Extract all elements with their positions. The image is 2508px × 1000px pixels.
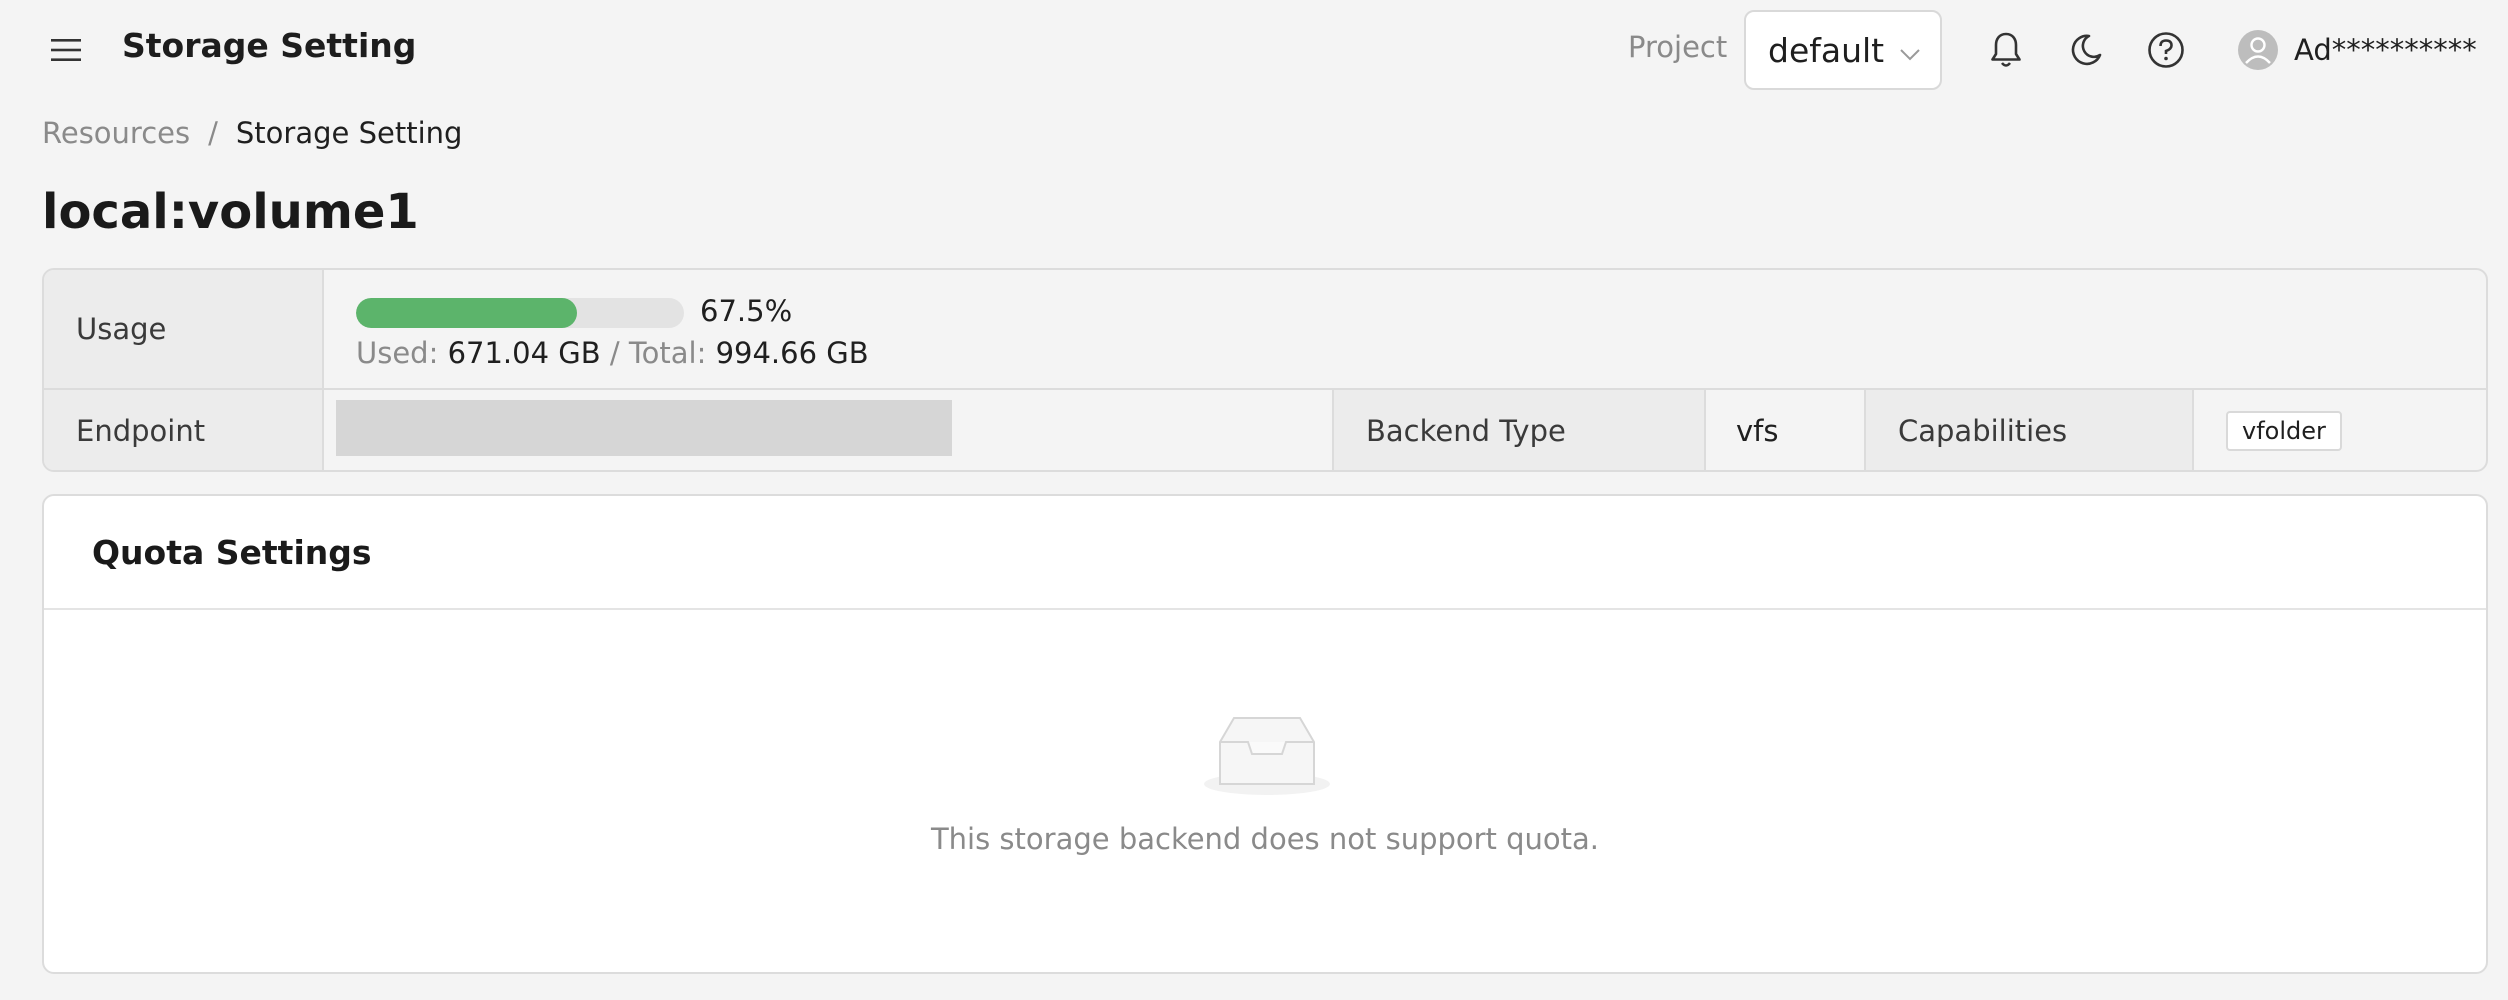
endpoint-value-redacted <box>336 400 952 456</box>
page: Storage Setting Project default Ad******… <box>0 0 2508 1000</box>
usage-label: Usage <box>44 270 322 388</box>
storage-details: Usage 67.5% Used: 671.04 GB / Total: 994… <box>42 268 2488 472</box>
quota-card-title: Quota Settings <box>92 532 372 572</box>
breadcrumb-current: Storage Setting <box>235 116 463 150</box>
project-label: Project <box>1628 30 1728 64</box>
project-select[interactable]: default <box>1744 10 1942 90</box>
divider <box>322 270 324 388</box>
quota-empty-text: This storage backend does not support qu… <box>930 822 1600 856</box>
chevron-down-icon <box>1900 46 1920 65</box>
user-menu[interactable]: Ad********** <box>2238 26 2477 74</box>
total-label: / Total: <box>609 336 707 370</box>
username: Ad********** <box>2294 33 2477 67</box>
app-title: Storage Setting <box>122 26 417 65</box>
endpoint-row: Endpoint Backend Type vfs Capabilities v… <box>44 390 2486 470</box>
backend-type-label: Backend Type <box>1334 390 1704 470</box>
usage-percent: 67.5% <box>700 294 793 328</box>
divider <box>1704 390 1706 470</box>
capabilities-label: Capabilities <box>1866 390 2192 470</box>
total-value: 994.66 GB <box>715 336 869 370</box>
endpoint-label: Endpoint <box>44 390 322 470</box>
help-icon[interactable] <box>2144 28 2188 72</box>
usage-detail: Used: 671.04 GB / Total: 994.66 GB <box>356 336 869 370</box>
menu-icon[interactable] <box>46 30 86 70</box>
breadcrumb-separator: / <box>208 116 218 150</box>
divider <box>322 390 324 470</box>
bell-icon[interactable] <box>1984 28 2028 72</box>
moon-icon[interactable] <box>2064 28 2108 72</box>
used-value: 671.04 GB <box>447 336 601 370</box>
used-label: Used: <box>356 336 439 370</box>
quota-card-header: Quota Settings <box>44 496 2486 610</box>
usage-progress-bar <box>356 298 684 328</box>
empty-inbox-icon <box>1202 714 1332 798</box>
divider <box>2192 390 2194 470</box>
capability-tag: vfolder <box>2226 411 2342 451</box>
project-select-value: default <box>1768 30 1885 70</box>
breadcrumb: Resources / Storage Setting <box>42 116 462 150</box>
capabilities-value: vfolder <box>2226 390 2466 470</box>
usage-row: Usage 67.5% Used: 671.04 GB / Total: 994… <box>44 270 2486 390</box>
usage-progress-fill <box>356 298 578 328</box>
breadcrumb-resources[interactable]: Resources <box>42 116 190 150</box>
user-icon <box>2238 30 2278 70</box>
top-header: Storage Setting Project default Ad******… <box>0 0 2508 100</box>
backend-type-value: vfs <box>1736 414 1779 448</box>
page-title: local:volume1 <box>42 184 419 240</box>
quota-settings-card: Quota Settings This storage backend does… <box>42 494 2488 974</box>
